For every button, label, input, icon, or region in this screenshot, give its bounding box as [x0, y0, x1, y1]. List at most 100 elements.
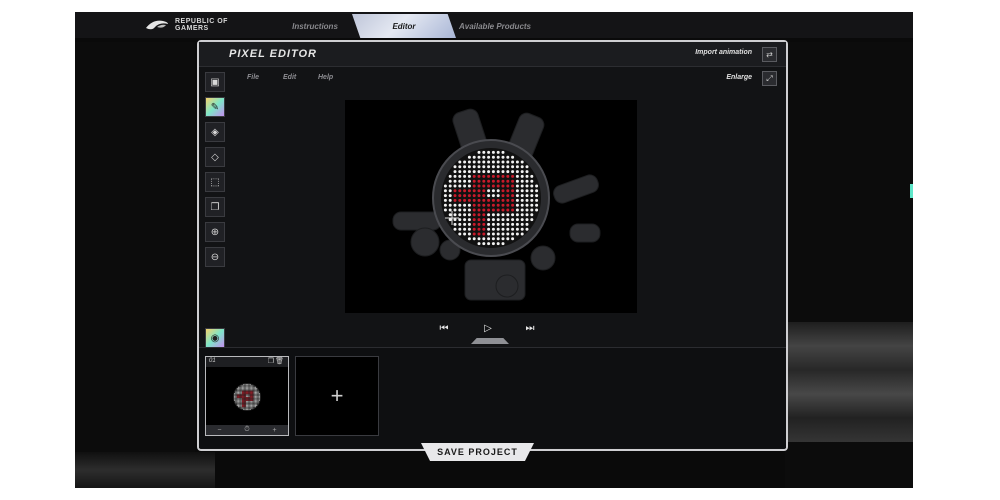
tool-selection[interactable]: ⬚: [205, 172, 225, 192]
pixel-dot: [515, 213, 519, 217]
tool-preview[interactable]: ◉: [205, 328, 225, 348]
pixel-dot: [255, 406, 256, 408]
pixel-dot: [520, 174, 524, 178]
pixel-dot: [252, 403, 254, 405]
pixel-dot: [530, 198, 534, 202]
pixel-dot: [482, 179, 486, 183]
pixel-dot: [236, 402, 238, 404]
import-animation-button[interactable]: ⇄: [762, 47, 777, 62]
pixel-dot: [242, 399, 243, 401]
pixel-dot: [482, 242, 486, 246]
tool-zoom-in[interactable]: ⊕: [205, 222, 225, 242]
tool-zoom-out[interactable]: ⊖: [205, 247, 225, 267]
tool-fill[interactable]: ◈: [205, 122, 225, 142]
enlarge-button[interactable]: ⤢: [762, 71, 777, 86]
pixel-dot: [243, 402, 245, 404]
pixel-dot: [472, 194, 476, 198]
pixel-canvas[interactable]: [345, 100, 637, 313]
pixel-dot: [251, 389, 252, 391]
pixel-dot: [487, 174, 491, 178]
pixel-dot: [482, 160, 486, 164]
pixel-dot: [477, 174, 481, 178]
pixel-dot: [463, 160, 467, 164]
pixel-dot: [501, 213, 505, 217]
next-frame-button[interactable]: ⏭: [523, 321, 537, 335]
pixel-dot: [511, 170, 515, 174]
pixel-dot: [247, 401, 249, 402]
pixel-dot: [448, 203, 452, 207]
timeline-resize-handle[interactable]: [471, 338, 509, 344]
menu-edit[interactable]: Edit: [283, 74, 296, 81]
duplicate-frame-icon[interactable]: ❐: [268, 357, 274, 365]
pixel-dot: [234, 398, 236, 400]
pixel-dot: [258, 399, 260, 401]
previous-frame-button[interactable]: ⏮: [437, 321, 451, 335]
pixel-dot: [496, 170, 500, 174]
pixel-dot: [472, 165, 476, 169]
pixel-dot: [257, 395, 259, 397]
pixel-dot: [256, 389, 258, 391]
pixel-dot: [491, 208, 495, 212]
pixel-dot: [472, 155, 476, 159]
pixel-dot: [239, 388, 241, 389]
pixel-dot: [491, 174, 495, 178]
pixel-dot: [243, 401, 245, 402]
pixel-dot: [520, 227, 524, 231]
pixel-dot: [491, 198, 495, 202]
pixel-dot: [501, 155, 505, 159]
pixel-dot: [243, 408, 245, 410]
pixel-dot: [249, 405, 251, 406]
pixel-dot: [251, 401, 252, 402]
pixel-dot: [243, 390, 245, 392]
pixel-dot: [247, 407, 249, 409]
pixel-dot: [252, 392, 254, 393]
pixel-dot: [463, 232, 467, 236]
pixel-dot: [458, 179, 462, 183]
pixel-dot: [247, 390, 249, 392]
save-project-button[interactable]: SAVE PROJECT: [421, 443, 534, 461]
delete-frame-icon[interactable]: 🗑: [275, 357, 284, 365]
pixel-dot: [249, 403, 251, 405]
play-button[interactable]: ▷: [481, 321, 495, 335]
frame-duration[interactable]: ⏱: [244, 426, 249, 434]
frame-thumbnail[interactable]: 01 ❐ 🗑 − ⏱ +: [205, 356, 289, 436]
menu-help[interactable]: Help: [318, 74, 333, 81]
pixel-dot: [491, 242, 495, 246]
pixel-dot: [256, 398, 258, 400]
tool-color-brush[interactable]: ✎: [205, 97, 225, 117]
pixel-dot: [247, 403, 249, 405]
pixel-dot: [253, 388, 255, 389]
tool-eraser[interactable]: ◇: [205, 147, 225, 167]
pixel-dot: [496, 203, 500, 207]
pixel-dot: [238, 388, 239, 389]
pixel-dot: [251, 392, 252, 393]
pixel-dot: [443, 203, 447, 207]
rog-eye-icon: [146, 20, 168, 30]
add-frame-button[interactable]: +: [295, 356, 379, 436]
pixel-editor-window: PIXEL EDITOR Import animation ⇄ File Edi…: [197, 40, 788, 451]
pixel-dot: [496, 242, 500, 246]
pixel-dot: [467, 232, 471, 236]
pixel-dot: [248, 385, 250, 387]
tab-editor[interactable]: Editor: [352, 14, 456, 38]
pixel-dot: [236, 390, 238, 392]
tab-instructions[interactable]: Instructions: [275, 14, 355, 38]
minus-icon[interactable]: −: [217, 427, 221, 434]
pixel-dot: [467, 227, 471, 231]
pixel-dot: [238, 406, 239, 408]
menu-file[interactable]: File: [247, 74, 259, 81]
pixel-dot: [520, 222, 524, 226]
tool-copy[interactable]: ❐: [205, 197, 225, 217]
pixel-dot: [453, 184, 457, 188]
pixel-dot: [236, 388, 238, 389]
pixel-dot: [253, 395, 255, 397]
pixel-dot: [240, 402, 242, 404]
plus-icon[interactable]: +: [273, 427, 277, 434]
pixel-dot: [511, 227, 515, 231]
pixel-dot: [472, 170, 476, 174]
pixel-dot: [239, 405, 241, 406]
tool-image[interactable]: ▣: [205, 72, 225, 92]
pixel-dot: [530, 179, 534, 183]
pixel-dot: [506, 203, 510, 207]
tab-available-products[interactable]: Available Products: [450, 14, 540, 38]
